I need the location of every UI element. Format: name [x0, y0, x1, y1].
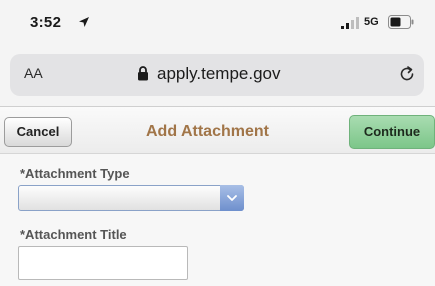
mobile-browser-screen: 3:52 5G AA apply.tempe.gov Cancel Add At… [0, 0, 435, 286]
browser-address-area: AA apply.tempe.gov [0, 44, 435, 107]
page-title: Add Attachment [146, 123, 269, 140]
lock-icon [138, 66, 148, 81]
attachment-title-label: *Attachment Title [20, 227, 127, 242]
status-time: 3:52 [30, 14, 62, 31]
select-arrow-button[interactable] [220, 185, 244, 211]
page-toolbar: Cancel Add Attachment Continue [0, 107, 435, 154]
status-bar: 3:52 5G [0, 0, 435, 44]
battery-icon [388, 15, 414, 29]
chevron-down-icon [227, 195, 237, 201]
location-icon [79, 17, 89, 27]
reader-mode-button[interactable]: AA [24, 65, 43, 81]
network-label: 5G [364, 16, 379, 28]
signal-icon [341, 17, 359, 29]
attachment-type-label: *Attachment Type [20, 166, 130, 181]
reload-icon[interactable] [398, 65, 416, 83]
url-text[interactable]: apply.tempe.gov [157, 64, 280, 84]
continue-button[interactable]: Continue [349, 115, 435, 149]
attachment-title-input[interactable] [18, 246, 188, 280]
cancel-button[interactable]: Cancel [4, 117, 72, 147]
address-bar[interactable]: AA apply.tempe.gov [10, 54, 424, 96]
attachment-form: *Attachment Type *Attachment Title [0, 154, 435, 286]
attachment-type-select[interactable] [18, 185, 244, 211]
